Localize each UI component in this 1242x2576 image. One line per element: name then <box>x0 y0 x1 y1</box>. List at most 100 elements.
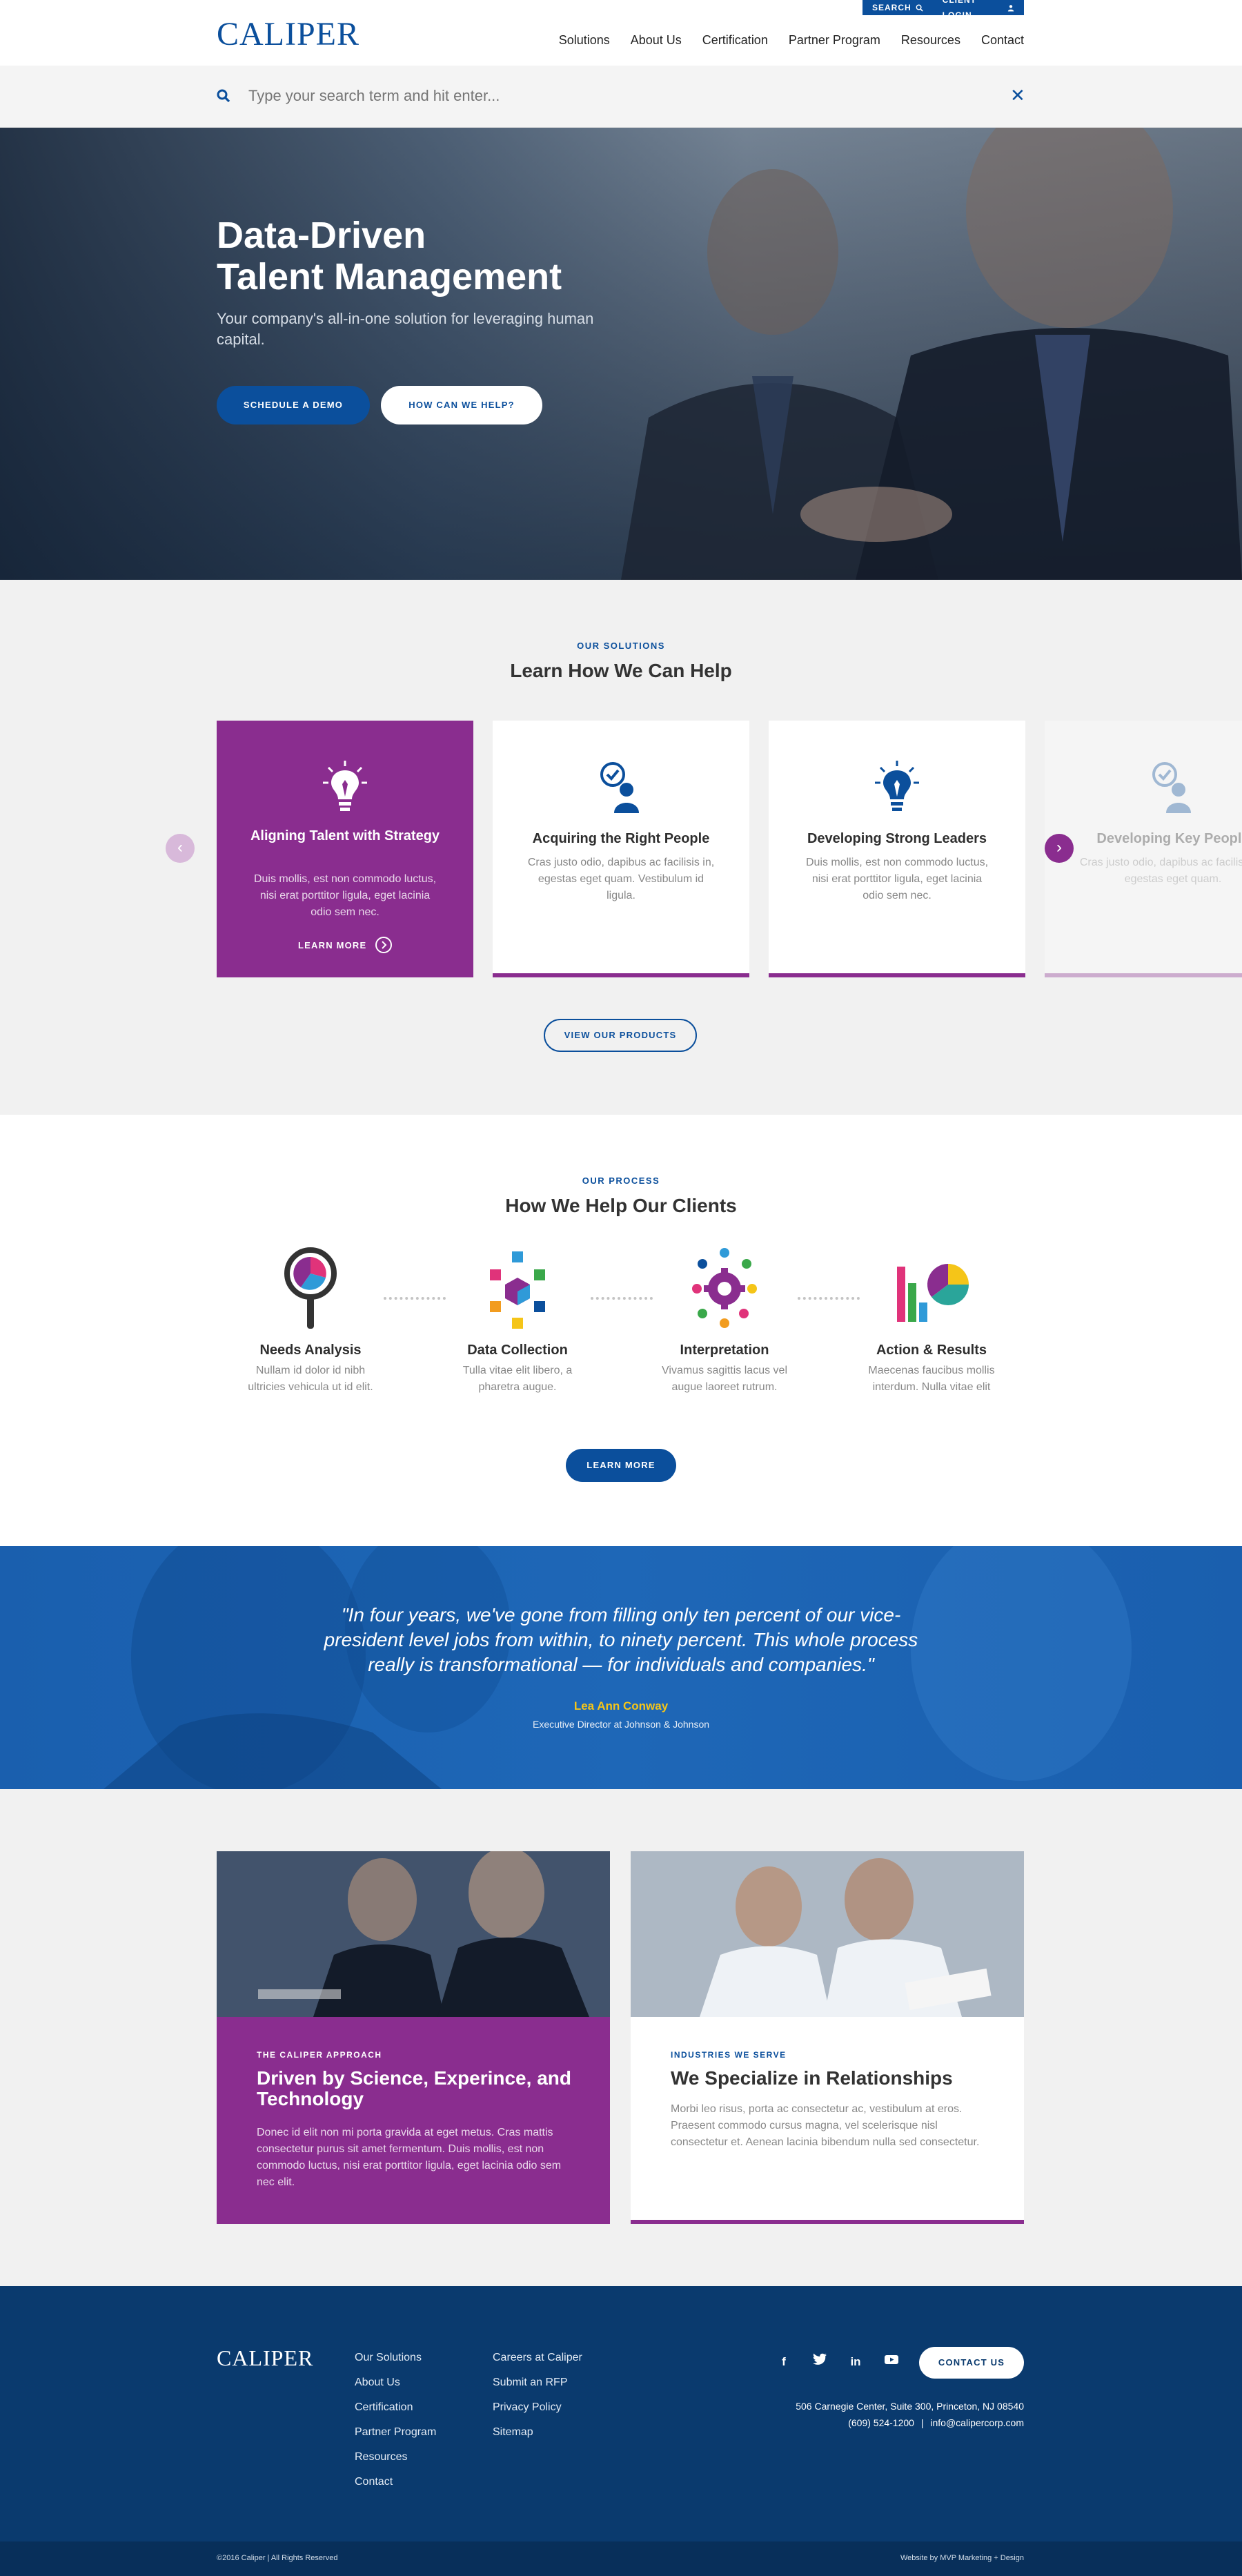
feature-card[interactable]: THE CALIPER APPROACH Driven by Science, … <box>217 1851 610 2224</box>
magnifier-chart-icon <box>284 1247 337 1329</box>
footer-link[interactable]: Submit an RFP <box>493 2370 582 2395</box>
process-step: Needs Analysis Nullam id dolor id nibh u… <box>228 1239 393 1396</box>
bar-pie-chart-icon <box>897 1264 969 1322</box>
process-step: Data Collection Tulla vitae elit libero,… <box>435 1239 600 1396</box>
search-toggle-button[interactable]: SEARCH <box>862 0 933 15</box>
footer-contact-line: (609) 524-1200 | info@calipercorp.com <box>796 2414 1024 2431</box>
carousel-prev-button[interactable]: ‹ <box>166 834 195 863</box>
social-links: f in <box>774 2352 901 2372</box>
footer-link[interactable]: Partner Program <box>355 2420 436 2445</box>
footer-link[interactable]: Careers at Caliper <box>493 2345 582 2370</box>
footer-email[interactable]: info@calipercorp.com <box>930 2417 1024 2428</box>
footer-logo[interactable]: CALIPER <box>217 2345 313 2371</box>
footer-link[interactable]: Certification <box>355 2395 436 2420</box>
data-cubes-icon <box>490 1251 545 1329</box>
testimonial-author: Lea Ann Conway <box>573 1699 669 1713</box>
search-icon <box>217 89 230 103</box>
carousel-next-button[interactable]: › <box>1045 834 1074 863</box>
nav-item-contact[interactable]: Contact <box>981 33 1024 48</box>
footer-link[interactable]: Privacy Policy <box>493 2395 582 2420</box>
process-step-desc: Vivamus sagittis lacus vel augue laoreet… <box>662 1365 787 1393</box>
search-input[interactable] <box>248 84 938 108</box>
nav-item-certification[interactable]: Certification <box>702 33 768 48</box>
lightbulb-icon <box>323 761 367 811</box>
learn-more-label: LEARN MORE <box>298 939 367 950</box>
nav-item-about-us[interactable]: About Us <box>631 33 682 48</box>
feature-eyebrow: INDUSTRIES WE SERVE <box>671 2050 787 2060</box>
site-footer: CALIPER Our Solutions About Us Certifica… <box>0 2286 1242 2576</box>
nav-item-solutions[interactable]: Solutions <box>559 33 610 48</box>
client-login-button[interactable]: CLIENT LOGIN <box>933 0 1024 20</box>
solution-card[interactable]: Aligning Talent with Strategy Duis molli… <box>217 721 473 977</box>
feature-image <box>631 1851 1024 2017</box>
process-step-desc: Tulla vitae elit libero, a pharetra augu… <box>462 1365 573 1393</box>
testimonial-section: "In four years, we've gone from filling … <box>0 1546 1242 1789</box>
process-step-title: Data Collection <box>467 1343 568 1358</box>
learn-more-button[interactable]: LEARN MORE <box>566 1449 676 1482</box>
person-check-icon <box>1152 762 1191 813</box>
process-step-title: Action & Results <box>876 1343 987 1358</box>
footer-phone[interactable]: (609) 524-1200 <box>848 2417 914 2428</box>
nav-item-resources[interactable]: Resources <box>901 33 960 48</box>
process-step: Action & Results Maecenas faucibus molli… <box>849 1239 1014 1396</box>
lightbulb-icon <box>875 761 919 811</box>
solutions-eyebrow: OUR SOLUTIONS <box>577 641 665 651</box>
process-eyebrow: OUR PROCESS <box>582 1175 660 1186</box>
solution-card-title: Aligning Talent with Strategy <box>250 828 440 843</box>
gear-dots-icon <box>692 1248 757 1328</box>
main-nav: Solutions About Us Certification Partner… <box>559 33 1024 48</box>
client-login-label: CLIENT LOGIN <box>942 0 977 20</box>
search-bar: ✕ <box>0 66 1242 128</box>
footer-separator: | <box>920 2417 924 2428</box>
caliper-logo[interactable]: CALIPER <box>217 15 359 53</box>
process-step-title: Interpretation <box>680 1343 769 1358</box>
footer-link[interactable]: Our Solutions <box>355 2345 436 2370</box>
person-check-icon <box>600 762 639 813</box>
schedule-demo-button[interactable]: SCHEDULE A DEMO <box>217 386 370 425</box>
site-header: CALIPER SEARCH CLIENT LOGIN Solutions Ab… <box>0 0 1242 66</box>
solution-card-title: Developing Key People <box>1096 831 1242 846</box>
testimonial-quote: "In four years, we've gone from filling … <box>324 1604 918 1675</box>
user-icon <box>1007 4 1014 12</box>
footer-link[interactable]: Contact <box>355 2470 436 2495</box>
footer-address: 506 Carnegie Center, Suite 300, Princeto… <box>796 2401 1024 2412</box>
process-step-desc: Maecenas faucibus mollis interdum. Nulla… <box>868 1365 995 1393</box>
feature-title: Driven by Science, Experince, and Techno… <box>257 2067 571 2109</box>
facebook-icon[interactable]: f <box>774 2352 793 2372</box>
footer-link[interactable]: About Us <box>355 2370 436 2395</box>
contact-us-button[interactable]: CONTACT US <box>919 2347 1024 2379</box>
hero-title-line1: Data-Driven <box>217 215 426 256</box>
footer-link[interactable]: Resources <box>355 2445 436 2470</box>
process-section: OUR PROCESS How We Help Our Clients Need… <box>0 1115 1242 1546</box>
solution-card-desc: Duis mollis, est non commodo luctus, nis… <box>253 873 437 918</box>
hero-subtitle: Your company's all-in-one solution for l… <box>217 310 594 348</box>
footer-bottom-bar: ©2016 Caliper | All Rights Reserved Webs… <box>0 2541 1242 2576</box>
process-step-desc: Nullam id dolor id nibh ultricies vehicu… <box>248 1365 373 1393</box>
feature-eyebrow: THE CALIPER APPROACH <box>257 2050 382 2060</box>
solutions-title: Learn How We Can Help <box>510 660 732 681</box>
linkedin-icon[interactable]: in <box>846 2352 865 2372</box>
solution-card[interactable]: Acquiring the Right People Cras justo od… <box>493 721 749 977</box>
credit-link[interactable]: Website by MVP Marketing + Design <box>900 2554 1024 2562</box>
solution-card-desc: Cras justo odio, dapibus ac facilisis in… <box>1079 857 1242 885</box>
utility-bar: SEARCH CLIENT LOGIN <box>862 0 1024 20</box>
twitter-icon[interactable] <box>810 2352 829 2372</box>
nav-item-partner-program[interactable]: Partner Program <box>789 33 880 48</box>
how-can-we-help-button[interactable]: HOW CAN WE HELP? <box>381 386 542 425</box>
close-icon[interactable]: ✕ <box>1010 85 1025 106</box>
feature-desc: Donec id elit non mi porta gravida at eg… <box>257 2127 562 2188</box>
process-step: Interpretation Vivamus sagittis lacus ve… <box>642 1239 807 1396</box>
page: CALIPER SEARCH CLIENT LOGIN Solutions Ab… <box>0 0 1242 2576</box>
hero-banner: Data-Driven Talent Management Your compan… <box>0 128 1242 580</box>
feature-title: We Specialize in Relationships <box>671 2067 953 2089</box>
view-products-button[interactable]: VIEW OUR PRODUCTS <box>544 1019 697 1052</box>
arrow-circle-icon <box>375 937 393 953</box>
feature-card[interactable]: INDUSTRIES WE SERVE We Specialize in Rel… <box>631 1851 1024 2224</box>
learn-more-link[interactable]: LEARN MORE <box>298 936 393 954</box>
solution-card[interactable]: Developing Strong Leaders Duis mollis, e… <box>769 721 1025 977</box>
youtube-icon[interactable] <box>882 2352 901 2372</box>
solution-card-desc: Duis mollis, est non commodo luctus, nis… <box>805 857 989 901</box>
solution-card-title: Acquiring the Right People <box>532 831 710 846</box>
footer-link[interactable]: Sitemap <box>493 2420 582 2445</box>
solution-card[interactable]: Developing Key People Cras justo odio, d… <box>1045 721 1242 977</box>
